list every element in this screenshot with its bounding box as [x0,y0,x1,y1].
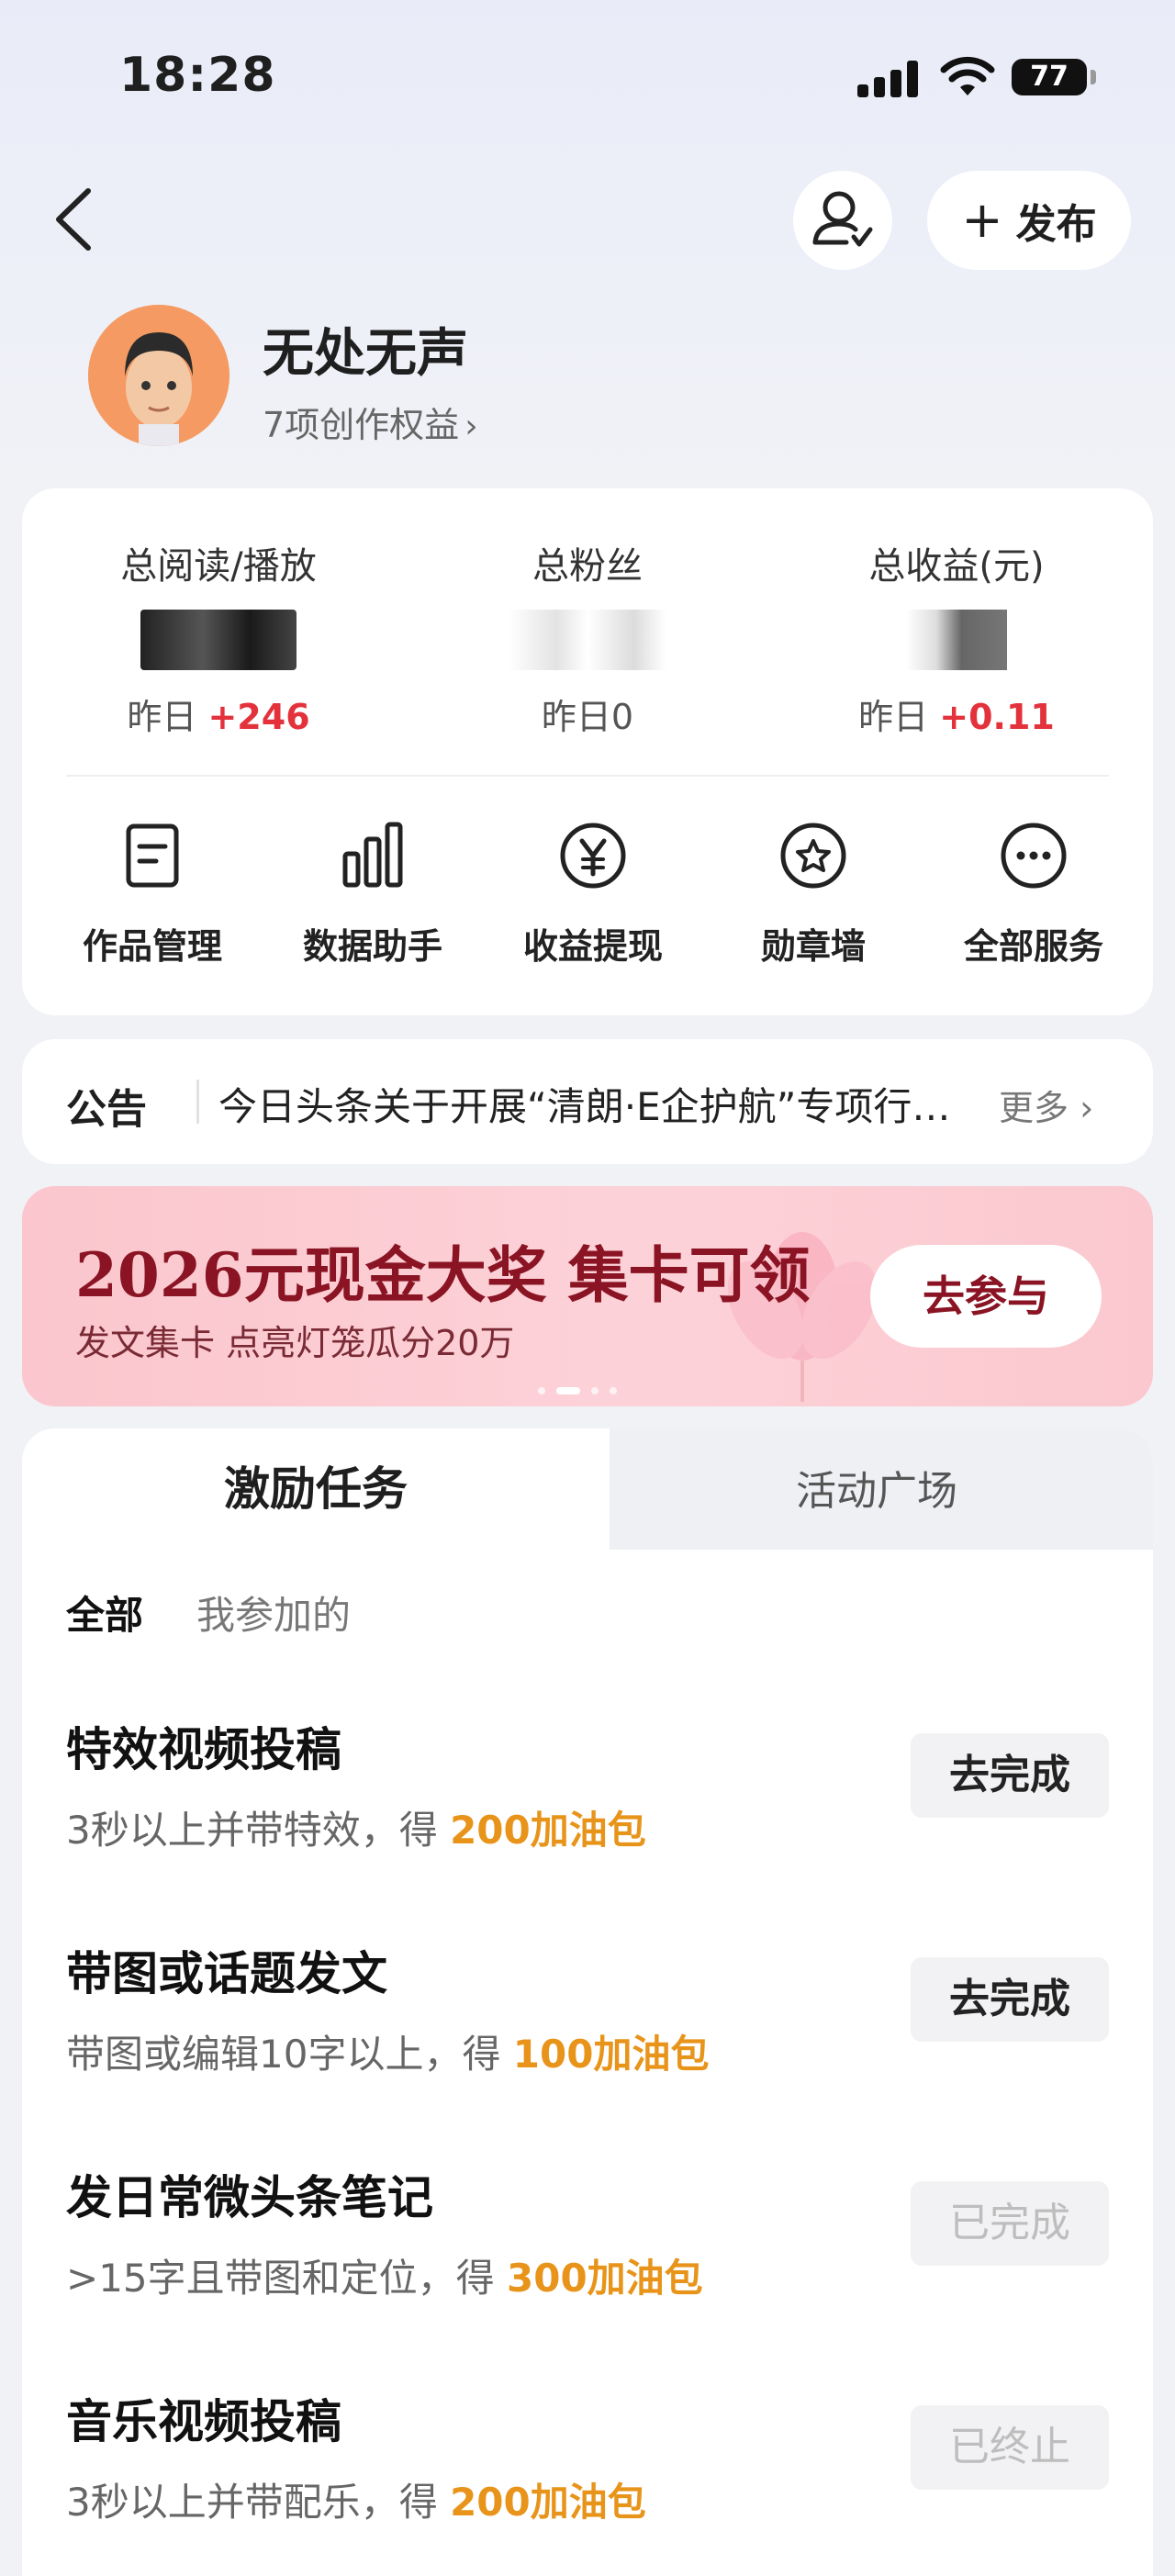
service-label: 全部服务 [963,926,1103,967]
task-reward: 200加油包 [450,1808,646,1853]
task-item: 音乐视频投稿 3秒以上并带配乐，得 200加油包 已终止 [66,2385,1109,2569]
stat-yesterday-prefix: 昨日 [858,697,929,737]
task-reward: 100加油包 [512,2032,710,2077]
publish-button[interactable]: + 发布 [927,171,1131,270]
stat-yesterday-value: +0.11 [939,697,1055,737]
service-label: 勋章墙 [760,926,866,967]
stat-yesterday-value: 0 [610,697,634,737]
tab-activity-square[interactable]: 活动广场 [600,1428,1153,1550]
stat-total-fans[interactable]: 总粉丝 昨日0 [413,536,762,739]
stat-yesterday: 昨日0 [413,689,762,739]
stat-label: 总收益(元) [868,545,1045,588]
medal-icon [780,823,846,889]
stat-value-redacted [906,610,1007,670]
task-status-button: 已终止 [911,2405,1109,2490]
wifi-icon [940,56,995,95]
subtabs: 全部 我参加的 [66,1585,351,1641]
stat-label: 总阅读/播放 [120,545,317,588]
divider [66,775,1109,777]
task-action-button[interactable]: 去完成 [911,1733,1109,1818]
stats-card: 总阅读/播放 昨日 +246 总粉丝 昨日0 总收益(元) 昨日 +0.11 作… [22,488,1153,1015]
stat-label: 总粉丝 [532,545,643,588]
stat-yesterday: 昨日 +0.11 [782,689,1131,739]
tasks-panel: 激励任务 活动广场 全部 我参加的 特效视频投稿 3秒以上并带特效，得 200加油… [22,1428,1153,2576]
notice-text[interactable]: 今日头条关于开展“清朗·E企护航”专项行动的公告 [218,1076,971,1132]
service-label: 收益提现 [522,926,663,967]
service-works-management[interactable]: 作品管理 [42,819,263,969]
banner-subtitle: 发文集卡 点亮灯笼瓜分20万 [75,1323,515,1363]
plus-icon: + [961,191,1003,249]
stat-yesterday-value: +246 [207,697,310,737]
avatar[interactable] [88,305,229,446]
battery-tip [1091,70,1096,84]
task-reward: 300加油包 [507,2256,703,2301]
stat-value-redacted [509,610,666,670]
service-income-withdraw[interactable]: 收益提现 [483,819,703,969]
stat-total-reads[interactable]: 总阅读/播放 昨日 +246 [44,536,393,739]
user-switch-button[interactable] [793,171,892,270]
service-label: 作品管理 [82,926,222,967]
avatar-face-icon [88,305,229,446]
service-label: 数据助手 [302,926,442,967]
carousel-dot [538,1387,545,1394]
user-check-icon [812,191,873,247]
task-desc-text: 3秒以上并带配乐，得 [66,2480,451,2525]
task-desc-text: >15字且带图和定位，得 [66,2256,507,2301]
join-button[interactable]: 去参与 [870,1245,1102,1348]
stat-yesterday-prefix: 昨日 [127,697,197,737]
stat-total-income[interactable]: 总收益(元) 昨日 +0.11 [782,536,1131,739]
notice-title: 公告 [66,1086,147,1133]
chevron-right-icon: › [1080,1088,1094,1128]
carousel-dot [610,1387,617,1394]
stat-yesterday-prefix: 昨日 [541,697,611,737]
notice-more-label: 更多 [999,1088,1069,1128]
task-action-button[interactable]: 去完成 [911,1957,1109,2042]
task-desc-text: 3秒以上并带特效，得 [66,1808,451,1853]
document-icon [126,823,179,888]
subtab-joined[interactable]: 我参加的 [196,1593,351,1638]
bar-chart-icon [342,822,403,888]
yuan-icon [560,823,626,889]
stat-value-redacted [140,610,297,670]
battery-icon: 77 [1012,59,1087,95]
chevron-right-icon: › [464,408,478,445]
notice-bar[interactable]: 公告 今日头条关于开展“清朗·E企护航”专项行动的公告 更多 › [22,1039,1153,1164]
creator-rights-link[interactable]: 7项创作权益 › [263,397,478,447]
back-arrow-icon[interactable] [48,184,99,255]
status-time: 18:28 [119,48,276,103]
carousel-dot [591,1387,599,1394]
task-reward: 200加油包 [450,2480,646,2525]
subtab-all[interactable]: 全部 [66,1593,143,1638]
carousel-dots [532,1381,622,1394]
task-status-button: 已完成 [911,2181,1109,2266]
task-desc-text: 带图或编辑10字以上，得 [66,2032,513,2077]
user-name: 无处无声 [263,324,468,384]
service-medal-wall[interactable]: 勋章墙 [703,819,923,969]
service-data-assistant[interactable]: 数据助手 [263,819,483,969]
creator-rights-label: 7项创作权益 [263,405,460,445]
signal-icon [857,59,922,97]
task-item: 特效视频投稿 3秒以上并带特效，得 200加油包 去完成 [66,1713,1109,1897]
banner-title: 2026元现金大奖 集卡可领 [75,1239,811,1311]
notice-more-link[interactable]: 更多 › [999,1080,1093,1130]
divider [196,1080,199,1124]
status-bar: 18:28 77 [0,0,1175,156]
tab-incentive-tasks[interactable]: 激励任务 [22,1428,610,1550]
publish-label: 发布 [1015,201,1097,248]
more-icon [1001,823,1067,889]
promo-banner[interactable]: 2026元现金大奖 集卡可领 发文集卡 点亮灯笼瓜分20万 去参与 [22,1186,1153,1406]
service-all-services[interactable]: 全部服务 [923,819,1144,969]
task-item: 带图或话题发文 带图或编辑10字以上，得 100加油包 去完成 [66,1937,1109,2121]
carousel-dot-active [556,1387,580,1394]
stat-yesterday: 昨日 +246 [44,689,393,739]
task-item: 发日常微头条笔记 >15字且带图和定位，得 300加油包 已完成 [66,2161,1109,2345]
